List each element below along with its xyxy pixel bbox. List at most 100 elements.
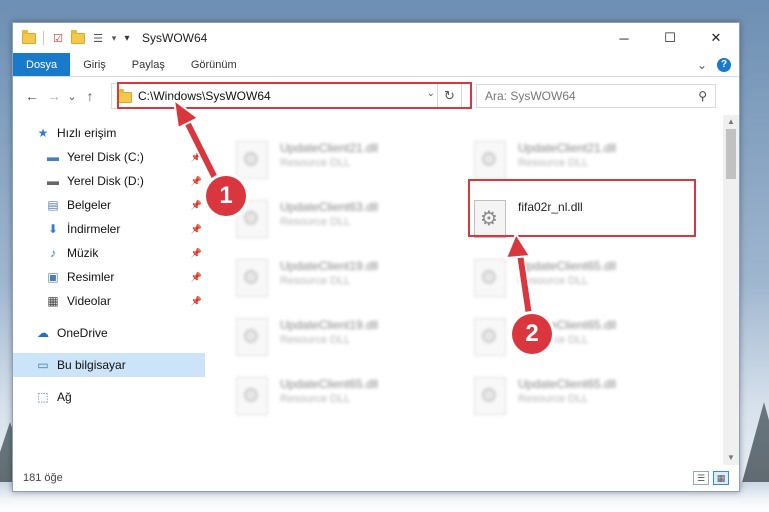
tab-view[interactable]: Görünüm	[178, 53, 250, 76]
music-icon: ♪	[50, 246, 56, 260]
file-name: UpdateClient21.dll	[280, 141, 379, 155]
scroll-down-arrow[interactable]: ▼	[723, 451, 739, 465]
sidebar-item-i-ndirmeler[interactable]: ⬇ İndirmeler 📌	[13, 217, 206, 241]
dll-file-icon	[474, 259, 506, 297]
onedrive-icon: ☁	[37, 326, 49, 340]
file-item[interactable]: UpdateClient65.dllResource DLL	[466, 253, 696, 305]
minimize-button[interactable]: ─	[601, 23, 647, 53]
title-bar: ☑ ☰ ▾ ▾ SysWOW64 ─ ☐ ✕	[13, 23, 739, 53]
pin-icon[interactable]: 📌	[191, 200, 202, 211]
sidebar-item-videolar[interactable]: ▦ Videolar 📌	[13, 289, 206, 313]
dll-file-icon	[474, 318, 506, 356]
address-bar-highlight	[117, 82, 472, 109]
sidebar-item-a[interactable]: ⬚ Ağ	[13, 385, 206, 409]
sidebar-item-label: Ağ	[57, 390, 72, 404]
forward-button[interactable]: →	[43, 88, 65, 104]
computer-icon: ▭	[37, 358, 49, 372]
pin-icon[interactable]: 📌	[191, 296, 202, 307]
help-icon[interactable]: ?	[717, 57, 731, 72]
ribbon-expand-icon[interactable]: ⌄	[697, 58, 707, 72]
file-name: UpdateClient65.dll	[280, 377, 379, 391]
file-name: UpdateClient19.dll	[280, 318, 379, 332]
ribbon-tabs: Dosya Giriş Paylaş Görünüm ⌄ ?	[13, 53, 739, 77]
sidebar-item-belgeler[interactable]: ▤ Belgeler 📌	[13, 193, 206, 217]
sidebar-item-yerel-disk-d[interactable]: ▬ Yerel Disk (D:) 📌	[13, 169, 206, 193]
file-text: UpdateClient19.dll Resource DLL	[280, 259, 378, 288]
ribbon-right-controls: ⌄ ?	[697, 53, 739, 76]
window-controls: ─ ☐ ✕	[601, 23, 739, 53]
item-count: 181 öğe	[23, 472, 63, 484]
dll-file-icon	[236, 141, 268, 179]
scrollbar-thumb[interactable]	[726, 129, 736, 179]
pin-icon[interactable]: 📌	[191, 176, 202, 187]
sidebar-item-m-zik[interactable]: ♪ Müzik 📌	[13, 241, 206, 265]
file-item[interactable]: UpdateClient65.dllResource DLL	[466, 371, 696, 423]
tab-file[interactable]: Dosya	[13, 53, 71, 76]
quick-access-dropdown[interactable]: ▾	[110, 31, 118, 45]
pin-icon[interactable]: 📌	[191, 224, 202, 235]
view-options-icon[interactable]: ☰	[90, 31, 106, 45]
windows-drive-icon: ▬	[47, 150, 59, 164]
file-item[interactable]: UpdateClient21.dll Resource DLL	[228, 135, 458, 187]
sidebar-item-resimler[interactable]: ▣ Resimler 📌	[13, 265, 206, 289]
up-button[interactable]: ↑	[79, 88, 101, 104]
view-toggle: ☰ ▦	[693, 471, 729, 485]
status-bar: 181 öğe ☰ ▦	[13, 465, 739, 491]
sidebar-item-h-zl-eri-im[interactable]: ★ Hızlı erişim	[13, 121, 206, 145]
sidebar-item-label: İndirmeler	[67, 222, 121, 236]
tiles-view-icon[interactable]: ▦	[713, 471, 729, 485]
step-1-badge: 1	[206, 176, 246, 216]
pin-icon[interactable]: 📌	[191, 248, 202, 259]
pictures-icon: ▣	[47, 270, 59, 284]
file-item[interactable]: UpdateClient63.dll Resource DLL	[228, 194, 458, 246]
toolbar-divider	[43, 31, 44, 45]
pin-icon[interactable]: 📌	[191, 152, 202, 163]
tab-home[interactable]: Giriş	[70, 53, 119, 76]
file-type: Resource DLL	[280, 216, 351, 228]
file-text: UpdateClient19.dll Resource DLL	[280, 318, 378, 347]
file-item[interactable]: UpdateClient65.dllResource DLL	[466, 312, 696, 364]
download-icon: ⬇	[47, 222, 59, 236]
file-type: Resource DLL	[280, 334, 351, 346]
file-name: UpdateClient19.dll	[280, 259, 379, 273]
file-text: UpdateClient65.dll Resource DLL	[518, 377, 616, 406]
details-view-icon[interactable]: ☰	[693, 471, 709, 485]
file-item[interactable]: UpdateClient19.dll Resource DLL	[228, 253, 458, 305]
close-button[interactable]: ✕	[693, 23, 739, 53]
file-text: UpdateClient63.dll Resource DLL	[280, 200, 378, 229]
sidebar-item-onedrive[interactable]: ☁ OneDrive	[13, 321, 206, 345]
sidebar-item-label: Resimler	[67, 270, 115, 284]
file-type: Resource DLL	[280, 393, 351, 405]
maximize-button[interactable]: ☐	[647, 23, 693, 53]
file-type: Resource DLL	[518, 157, 589, 169]
sidebar-item-yerel-disk-c[interactable]: ▬ Yerel Disk (C:) 📌	[13, 145, 206, 169]
file-text: UpdateClient65.dll Resource DLL	[518, 259, 616, 288]
search-icon[interactable]: ⚲	[698, 89, 707, 103]
sidebar-item-label: Müzik	[67, 246, 99, 260]
pin-icon[interactable]: 📌	[191, 272, 202, 283]
properties-icon[interactable]: ☑	[50, 31, 66, 45]
sidebar-item-bu-bilgisayar[interactable]: ▭ Bu bilgisayar	[13, 353, 205, 377]
dll-file-icon	[236, 259, 268, 297]
dll-file-icon	[236, 318, 268, 356]
file-type: Resource DLL	[280, 157, 351, 169]
file-type: Resource DLL	[280, 275, 351, 287]
dll-file-icon	[236, 377, 268, 415]
recent-locations-button[interactable]: ⌄	[65, 90, 79, 103]
new-folder-icon[interactable]	[70, 29, 86, 45]
customize-toolbar-icon[interactable]: ▾	[122, 31, 132, 45]
file-name: UpdateClient63.dll	[280, 200, 379, 214]
back-button[interactable]: ←	[21, 88, 43, 104]
file-item[interactable]: UpdateClient65.dll Resource DLL	[228, 371, 458, 423]
vertical-scrollbar[interactable]: ▲ ▼	[723, 115, 739, 465]
tab-share[interactable]: Paylaş	[119, 53, 178, 76]
file-type: Resource DLL	[518, 275, 589, 287]
search-box[interactable]: Ara: SysWOW64 ⚲	[476, 84, 716, 108]
file-text: UpdateClient65.dll Resource DLL	[280, 377, 378, 406]
file-item[interactable]: UpdateClient19.dll Resource DLL	[228, 312, 458, 364]
scroll-up-arrow[interactable]: ▲	[723, 115, 739, 129]
sidebar-item-label: Yerel Disk (C:)	[67, 150, 144, 164]
